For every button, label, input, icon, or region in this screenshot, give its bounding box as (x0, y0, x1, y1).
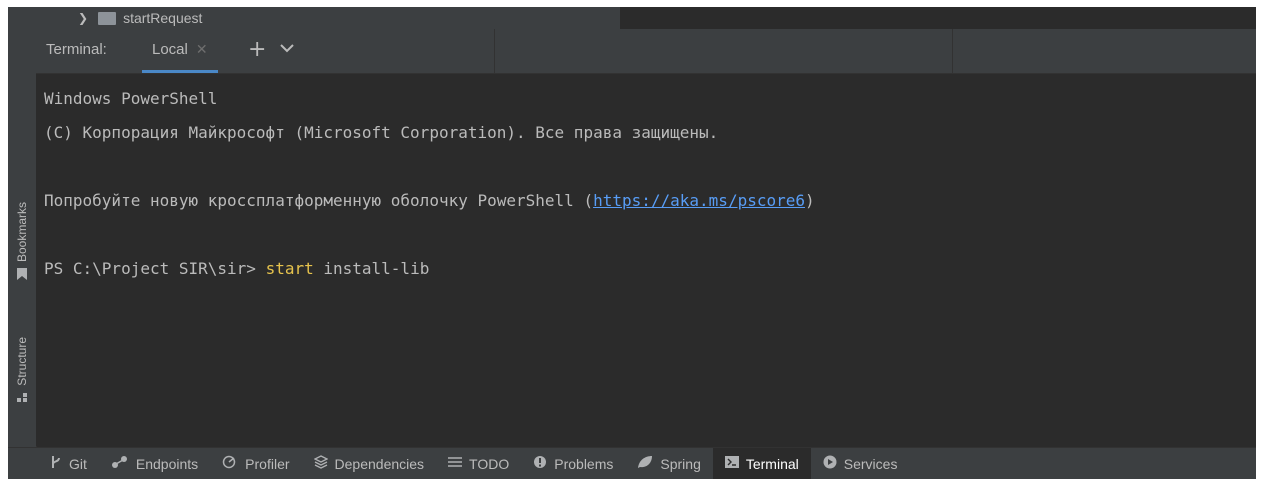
todo-label: TODO (469, 455, 510, 472)
todo-tool-button[interactable]: TODO (436, 448, 521, 479)
spring-tool-button[interactable]: Spring (625, 448, 712, 479)
terminal-line: Попробуйте новую кроссплатформенную обол… (44, 184, 1256, 218)
folder-icon (98, 11, 117, 25)
services-label: Services (843, 455, 898, 472)
command-keyword: start (265, 259, 314, 278)
problems-tool-button[interactable]: Problems (521, 448, 625, 479)
structure-tab-label: Structure (15, 337, 29, 386)
profiler-tool-button[interactable]: Profiler (210, 448, 301, 479)
terminal-text: ) (805, 191, 815, 210)
git-label: Git (69, 455, 87, 472)
bookmarks-tab-label: Bookmarks (15, 202, 29, 263)
terminal-caption: Terminal: (46, 41, 107, 58)
problems-label: Problems (554, 455, 614, 472)
pscore-link[interactable]: https://aka.ms/pscore6 (593, 191, 805, 210)
prompt-text: PS C:\Project SIR\sir> (44, 259, 266, 278)
endpoints-icon (111, 455, 129, 472)
profiler-label: Profiler (245, 455, 290, 472)
tab-bar-divider (952, 29, 953, 73)
services-icon (823, 455, 837, 472)
layers-icon (313, 455, 328, 472)
services-tool-button[interactable]: Services (811, 448, 910, 479)
structure-tool-tab[interactable]: Structure (8, 337, 36, 406)
terminal-line: Windows PowerShell (44, 89, 218, 108)
spring-leaf-icon (637, 455, 653, 472)
endpoints-label: Endpoints (135, 455, 199, 472)
profiler-icon (222, 455, 238, 472)
terminal-line: (C) Корпорация Майкрософт (Microsoft Cor… (44, 123, 719, 142)
tab-bar-divider (494, 29, 495, 73)
tab-local[interactable]: Local ✕ (142, 29, 218, 73)
tab-local-label: Local (152, 41, 188, 58)
tree-row-startrequest[interactable]: ❯ startRequest (36, 7, 620, 29)
chevron-down-icon[interactable] (280, 41, 294, 57)
terminal-output[interactable]: Windows PowerShell (C) Корпорация Майкро… (36, 74, 1256, 446)
plus-icon[interactable]: + (248, 37, 266, 63)
tree-item-label: startRequest (123, 10, 203, 26)
bookmarks-tool-tab[interactable]: Bookmarks (8, 202, 36, 283)
bookmark-icon (17, 268, 27, 283)
close-icon[interactable]: ✕ (196, 42, 208, 58)
git-branch-icon (50, 455, 62, 472)
command-text: install-lib (313, 259, 430, 278)
terminal-tab-bar: Terminal: Local ✕ + (36, 29, 1256, 74)
terminal-text: Попробуйте новую кроссплатформенную обол… (44, 191, 594, 210)
spring-label: Spring (660, 455, 701, 472)
terminal-prompt-line[interactable]: PS C:\Project SIR\sir> start install-lib (44, 252, 1256, 286)
project-tree-fragment: ❯ startRequest (36, 7, 1256, 29)
git-tool-button[interactable]: Git (38, 448, 99, 479)
terminal-tool-button[interactable]: Terminal (712, 447, 811, 479)
chevron-right-icon[interactable]: ❯ (78, 11, 88, 25)
dependencies-label: Dependencies (334, 455, 425, 472)
list-icon (448, 456, 463, 471)
ide-window: Bookmarks Structure ❯ startRequest Termi… (8, 7, 1256, 479)
structure-icon (17, 392, 27, 406)
endpoints-tool-button[interactable]: Endpoints (99, 448, 210, 479)
terminal-icon (724, 456, 739, 471)
terminal-label: Terminal (745, 455, 799, 472)
problems-icon (533, 455, 547, 472)
tool-window-bar: Git Endpoints Profiler Dependencies TODO (8, 447, 1256, 479)
left-tool-strip: Bookmarks Structure (8, 7, 37, 479)
dependencies-tool-button[interactable]: Dependencies (302, 448, 437, 479)
